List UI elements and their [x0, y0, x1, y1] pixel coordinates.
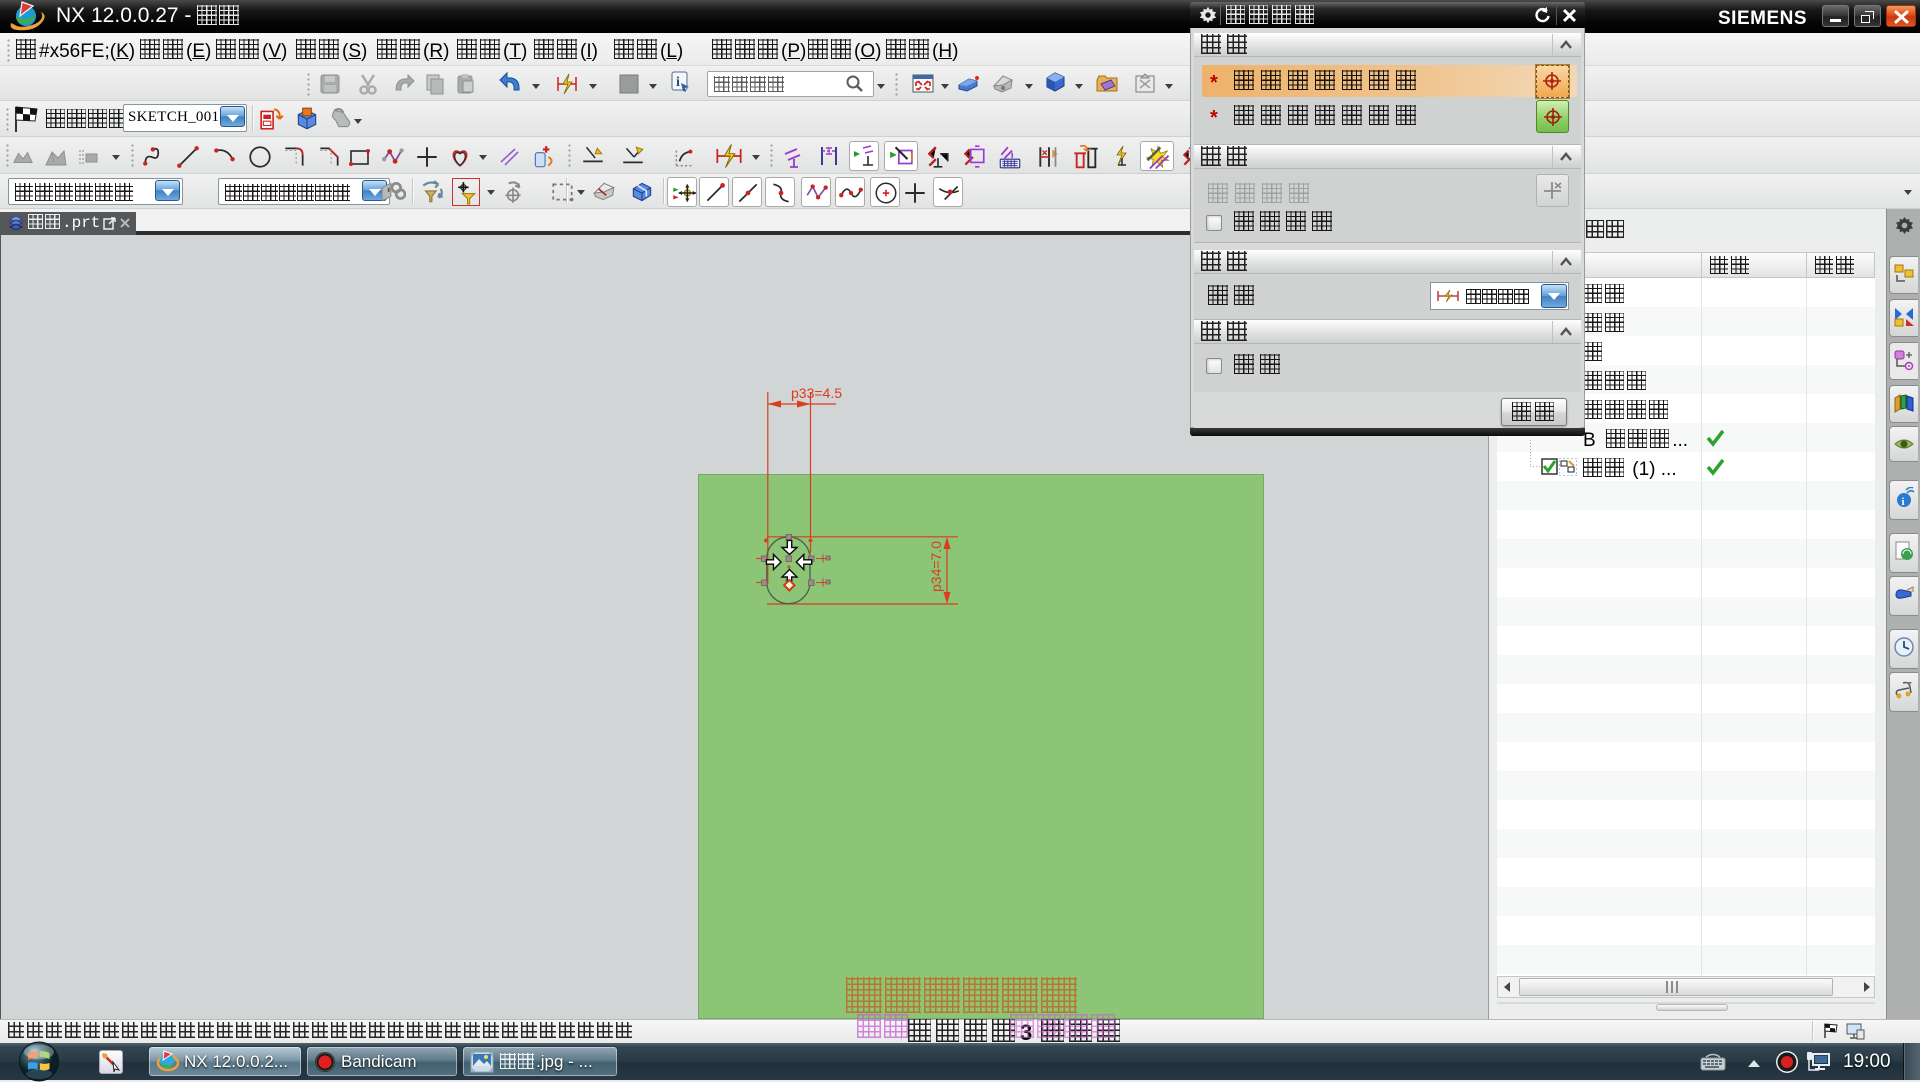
svg-text:i: i	[676, 75, 680, 90]
svg-text:p33=4.5: p33=4.5	[791, 385, 842, 401]
svg-text:p34=7.0: p34=7.0	[928, 541, 944, 592]
svg-text:i: i	[1902, 496, 1905, 508]
